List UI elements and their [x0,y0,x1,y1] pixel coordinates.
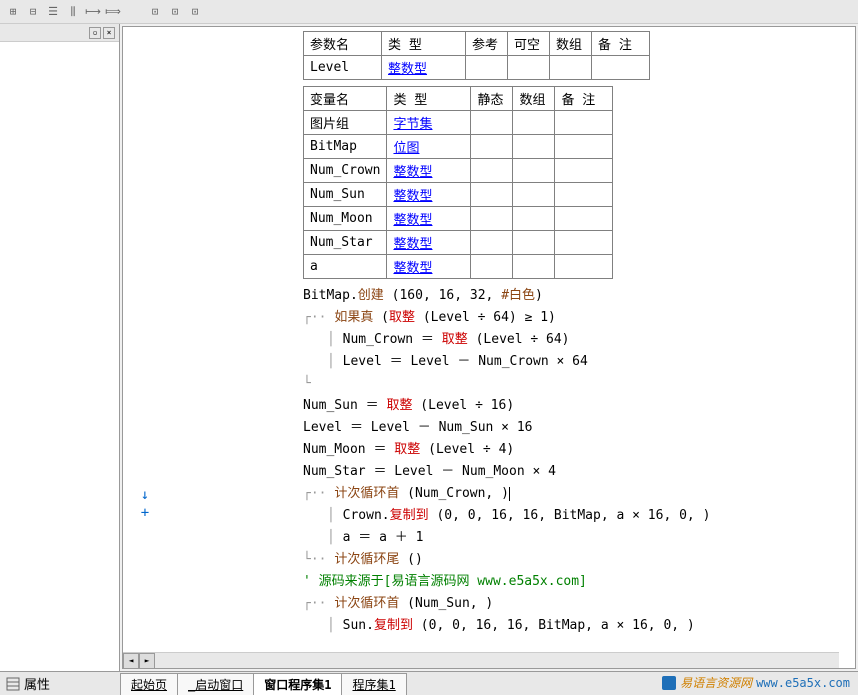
th-param-name: 参数名 [304,32,382,56]
table-row[interactable]: Num_Sun整数型 [304,183,613,207]
code-line[interactable]: ' 源码来源于[易语言源码网 www.e5a5x.com] [303,571,847,593]
gutter-plus-icon[interactable]: + [141,505,149,521]
table-row[interactable]: Num_Crown整数型 [304,159,613,183]
th-var-static: 静态 [471,87,513,111]
toolbar-icon-8[interactable]: ⊡ [166,3,184,21]
code-line[interactable]: │ Level ＝ Level － Num_Crown × 64 [303,351,847,373]
code-line[interactable]: │ Crown.复制到 (0, 0, 16, 16, BitMap, a × 1… [303,505,847,527]
th-param-ref: 参考 [466,32,508,56]
table-row[interactable]: 图片组字节集 [304,111,613,135]
code-line[interactable]: Num_Moon ＝ 取整 (Level ÷ 4) [303,439,847,461]
vars-table: 变量名 类 型 静态 数组 备 注 图片组字节集 BitMap位图 Num_Cr… [303,86,613,279]
toolbar-icon-4[interactable]: ⫼ [64,3,82,21]
code-line[interactable]: BitMap.创建 (160, 16, 32, #白色) [303,285,847,307]
left-panel: ▫ × [0,24,120,671]
watermark-logo-icon [662,676,676,690]
code-line[interactable]: ┌·· 计次循环首 (Num_Crown, ) [303,483,847,505]
scroll-right-icon[interactable]: ► [139,653,155,669]
type-link[interactable]: 整数型 [393,213,432,228]
properties-label[interactable]: 属性 [24,674,50,693]
code-line[interactable]: └ [303,373,847,395]
code-line[interactable]: Num_Star ＝ Level － Num_Moon × 4 [303,461,847,483]
th-param-type: 类 型 [382,32,466,56]
th-var-type: 类 型 [387,87,471,111]
type-link[interactable]: 整数型 [393,189,432,204]
scroll-left-icon[interactable]: ◄ [123,653,139,669]
table-row[interactable]: Num_Moon整数型 [304,207,613,231]
properties-icon [6,677,20,691]
gutter: ↓ + [123,27,167,668]
type-link[interactable]: 位图 [393,141,419,156]
watermark-url: www.e5a5x.com [756,676,850,690]
bottom-bar: 属性 起始页 _启动窗口 窗口程序集1 程序集1 易语言资源网 www.e5a5… [0,671,858,695]
code-line[interactable]: Num_Sun ＝ 取整 (Level ÷ 16) [303,395,847,417]
type-link[interactable]: 整数型 [393,165,432,180]
tab-start-page[interactable]: 起始页 [120,673,178,695]
code-line[interactable]: └·· 计次循环尾 () [303,549,847,571]
th-var-arr: 数组 [513,87,555,111]
gutter-arrow-icon[interactable]: ↓ [141,487,149,503]
code-line[interactable]: ┌·· 计次循环首 (Num_Sun, ) [303,593,847,615]
type-link[interactable]: 字节集 [393,117,432,132]
th-var-note: 备 注 [555,87,613,111]
toolbar-icon-1[interactable]: ⊞ [4,3,22,21]
type-link[interactable]: 整数型 [393,261,432,276]
table-row[interactable]: BitMap位图 [304,135,613,159]
watermark-text: 易语言资源网 [680,674,752,691]
table-row[interactable]: a整数型 [304,255,613,279]
horizontal-scrollbar[interactable]: ◄ ► [123,652,839,668]
code-line[interactable]: │ a ＝ a ＋ 1 [303,527,847,549]
toolbar-icon-3[interactable]: ☰ [44,3,62,21]
type-link[interactable]: 整数型 [388,62,427,77]
code-line[interactable]: ┌·· 如果真 (取整 (Level ÷ 64) ≥ 1) [303,307,847,329]
toolbar-icon-2[interactable]: ⊟ [24,3,42,21]
tab-procset1[interactable]: 程序集1 [341,673,406,695]
panel-close-icon[interactable]: × [103,27,115,39]
params-table: 参数名 类 型 参考 可空 数组 备 注 Level 整数型 [303,31,650,80]
toolbar-icon-7[interactable]: ⊡ [146,3,164,21]
code-line[interactable]: Level ＝ Level － Num_Sun × 16 [303,417,847,439]
text-cursor [509,487,510,501]
code-line[interactable]: │ Num_Crown ＝ 取整 (Level ÷ 64) [303,329,847,351]
th-var-name: 变量名 [304,87,387,111]
document-tabs: 起始页 _启动窗口 窗口程序集1 程序集1 [120,672,406,695]
type-link[interactable]: 整数型 [393,237,432,252]
code-line[interactable]: │ Sun.复制到 (0, 0, 16, 16, BitMap, a × 16,… [303,615,847,637]
watermark: 易语言资源网 www.e5a5x.com [662,674,850,691]
th-param-arr: 数组 [550,32,592,56]
table-row[interactable]: Num_Star整数型 [304,231,613,255]
tab-window-procset1[interactable]: 窗口程序集1 [253,673,342,695]
toolbar-icon-6[interactable]: ⟾ [104,3,122,21]
toolbar: ⊞ ⊟ ☰ ⫼ ⟼ ⟾ ⊡ ⊡ ⊡ [0,0,858,24]
code-editor[interactable]: ↓ + 参数名 类 型 参考 可空 数组 备 注 Level 整数型 [122,26,856,669]
panel-pin-icon[interactable]: ▫ [89,27,101,39]
table-row[interactable]: Level 整数型 [304,56,650,80]
th-param-null: 可空 [508,32,550,56]
tab-startup-window[interactable]: _启动窗口 [177,673,254,695]
toolbar-icon-9[interactable]: ⊡ [186,3,204,21]
toolbar-icon-5[interactable]: ⟼ [84,3,102,21]
th-param-note: 备 注 [592,32,650,56]
